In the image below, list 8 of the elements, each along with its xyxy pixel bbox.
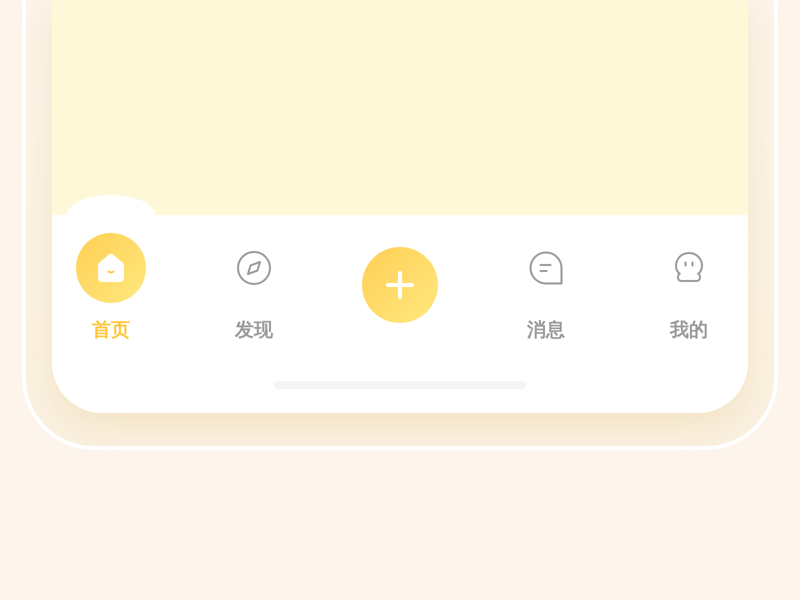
plus-icon — [386, 271, 414, 299]
tab-button[interactable]: 消息 — [511, 215, 581, 341]
tab-button[interactable]: 首页 — [76, 215, 146, 341]
home-icon — [76, 233, 146, 303]
compass-icon — [236, 250, 272, 286]
tab-button[interactable]: 我的 — [654, 215, 724, 341]
chat-bubble-icon — [528, 250, 564, 286]
tab-button[interactable]: 发现 — [219, 215, 289, 341]
